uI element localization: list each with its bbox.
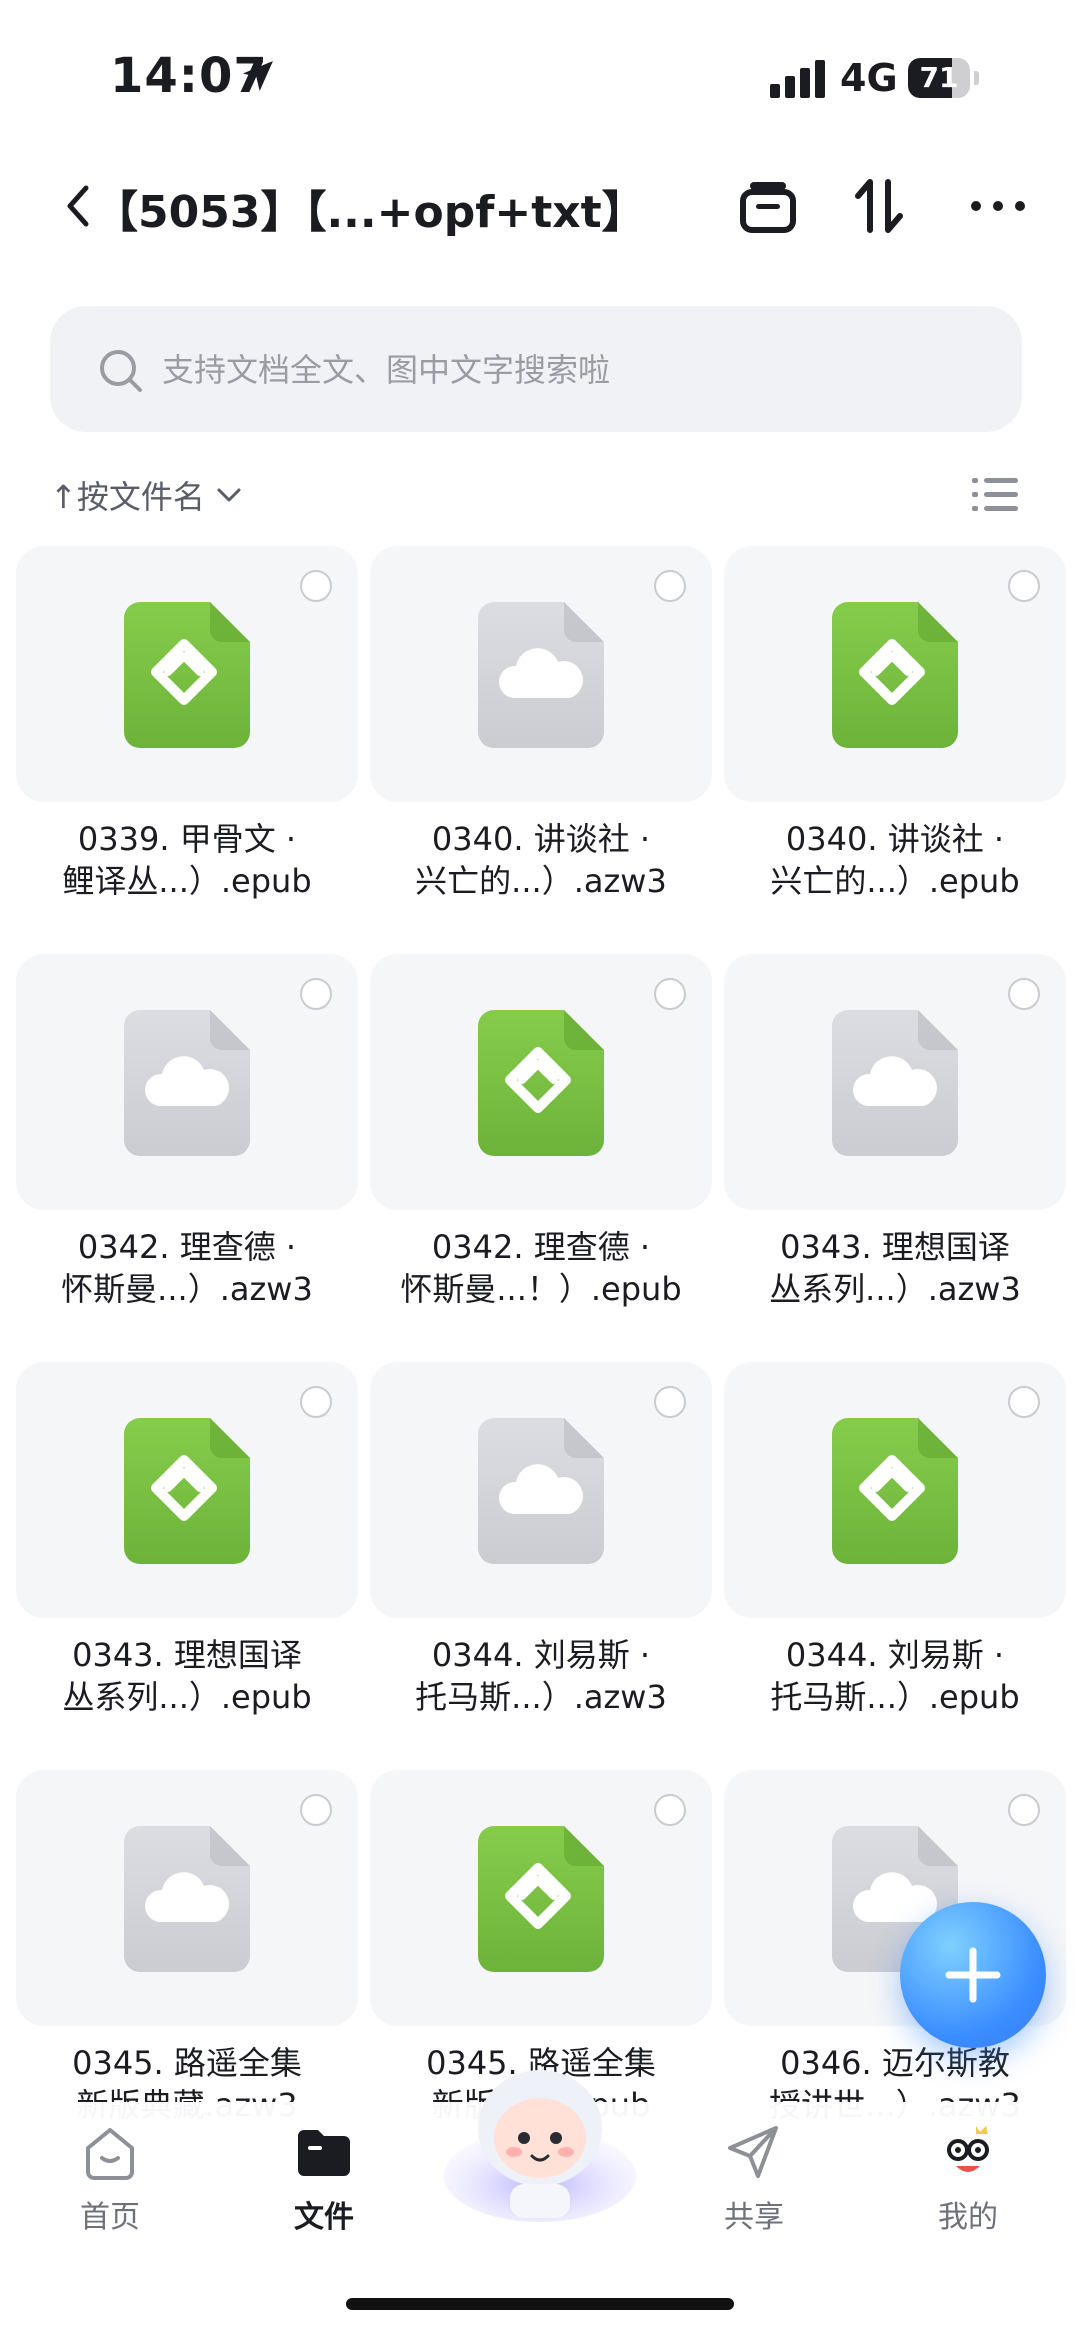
- file-item[interactable]: 0340. 讲谈社 · 兴亡的...）.epub: [724, 546, 1066, 936]
- folder-icon: [298, 2130, 350, 2176]
- archive-icon[interactable]: [736, 176, 800, 236]
- battery-level: 71: [919, 61, 959, 94]
- select-checkbox[interactable]: [1008, 1794, 1040, 1826]
- nav-label: 文件: [294, 2200, 354, 2235]
- nav-label: 共享: [724, 2200, 784, 2235]
- file-name: 0344. 刘易斯 · 托马斯...）.epub: [770, 1636, 1020, 1716]
- file-thumbnail: [724, 1362, 1066, 1618]
- share-icon: [728, 2126, 778, 2178]
- plus-icon: [945, 1947, 1001, 2003]
- select-checkbox[interactable]: [1008, 978, 1040, 1010]
- select-checkbox[interactable]: [654, 1794, 686, 1826]
- select-checkbox[interactable]: [654, 1386, 686, 1418]
- select-checkbox[interactable]: [1008, 570, 1040, 602]
- nav-label: 首页: [80, 2200, 140, 2235]
- epub-file-icon: [832, 1418, 958, 1564]
- epub-file-icon: [124, 1418, 250, 1564]
- file-item[interactable]: 0343. 理想国译 丛系列...）.azw3: [724, 954, 1066, 1344]
- file-item[interactable]: 0339. 甲骨文 · 鲤译丛...）.epub: [16, 546, 358, 936]
- select-checkbox[interactable]: [654, 978, 686, 1010]
- file-thumbnail: [724, 954, 1066, 1210]
- cloud-file-icon: [478, 1418, 604, 1564]
- epub-file-icon: [478, 1010, 604, 1156]
- search-bar[interactable]: [50, 306, 1022, 432]
- file-name: 0342. 理查德 · 怀斯曼...！）.epub: [400, 1228, 682, 1308]
- add-button[interactable]: [900, 1902, 1046, 2048]
- file-item[interactable]: 0342. 理查德 · 怀斯曼...！）.epub: [370, 954, 712, 1344]
- file-name: 0343. 理想国译 丛系列...）.azw3: [769, 1228, 1021, 1308]
- more-icon[interactable]: [966, 176, 1030, 236]
- select-checkbox[interactable]: [300, 570, 332, 602]
- file-name: 0343. 理想国译 丛系列...）.epub: [62, 1636, 312, 1716]
- sort-order-icon[interactable]: [848, 176, 912, 236]
- cloud-file-icon: [124, 1010, 250, 1156]
- cloud-file-icon: [124, 1826, 250, 1972]
- file-name: 0339. 甲骨文 · 鲤译丛...）.epub: [62, 820, 312, 900]
- sort-label: ↑按文件名: [50, 478, 205, 516]
- nav-share[interactable]: 共享: [674, 2120, 834, 2240]
- select-checkbox[interactable]: [300, 1386, 332, 1418]
- chevron-down-icon: [217, 488, 241, 502]
- signal-icon: [770, 60, 825, 98]
- search-input[interactable]: [160, 338, 984, 402]
- cloud-file-icon: [478, 602, 604, 748]
- cloud-file-icon: [832, 1010, 958, 1156]
- mascot-icon[interactable]: [440, 2066, 640, 2226]
- file-item[interactable]: 0340. 讲谈社 · 兴亡的...）.azw3: [370, 546, 712, 936]
- location-arrow-icon: [243, 61, 273, 91]
- home-indicator: [346, 2298, 734, 2310]
- epub-file-icon: [832, 602, 958, 748]
- nav-files[interactable]: 文件: [244, 2120, 404, 2240]
- page-title: 【5053】【...+opf+txt】: [94, 187, 646, 238]
- file-thumbnail: [16, 546, 358, 802]
- list-view-icon[interactable]: [972, 474, 1018, 514]
- file-thumbnail: [16, 1770, 358, 2026]
- select-checkbox[interactable]: [654, 570, 686, 602]
- battery-icon: 71: [908, 58, 980, 98]
- file-name: 0344. 刘易斯 · 托马斯...）.azw3: [415, 1636, 667, 1716]
- back-icon[interactable]: [60, 180, 96, 232]
- file-thumbnail: [370, 1362, 712, 1618]
- file-item[interactable]: 0343. 理想国译 丛系列...）.epub: [16, 1362, 358, 1752]
- select-checkbox[interactable]: [1008, 1386, 1040, 1418]
- home-icon: [86, 2128, 134, 2180]
- select-checkbox[interactable]: [300, 978, 332, 1010]
- nav-label: 我的: [938, 2200, 998, 2235]
- profile-icon: [947, 2126, 989, 2172]
- epub-file-icon: [478, 1826, 604, 1972]
- file-thumbnail: [16, 954, 358, 1210]
- epub-file-icon: [124, 602, 250, 748]
- status-bar: 14:07 4G 71: [0, 0, 1080, 150]
- nav-profile[interactable]: 我的: [888, 2120, 1048, 2240]
- network-type: 4G: [840, 56, 898, 100]
- file-item[interactable]: 0344. 刘易斯 · 托马斯...）.epub: [724, 1362, 1066, 1752]
- file-thumbnail: [16, 1362, 358, 1618]
- file-thumbnail: [370, 954, 712, 1210]
- file-name: 0342. 理查德 · 怀斯曼...）.azw3: [61, 1228, 313, 1308]
- file-thumbnail: [724, 546, 1066, 802]
- file-name: 0340. 讲谈社 · 兴亡的...）.azw3: [415, 820, 667, 900]
- file-thumbnail: [370, 1770, 712, 2026]
- file-thumbnail: [370, 546, 712, 802]
- sort-dropdown[interactable]: ↑按文件名: [50, 470, 243, 520]
- file-item[interactable]: 0342. 理查德 · 怀斯曼...）.azw3: [16, 954, 358, 1344]
- nav-home[interactable]: 首页: [30, 2120, 190, 2240]
- select-checkbox[interactable]: [300, 1794, 332, 1826]
- file-name: 0340. 讲谈社 · 兴亡的...）.epub: [770, 820, 1020, 900]
- file-item[interactable]: 0344. 刘易斯 · 托马斯...）.azw3: [370, 1362, 712, 1752]
- search-icon: [100, 350, 142, 392]
